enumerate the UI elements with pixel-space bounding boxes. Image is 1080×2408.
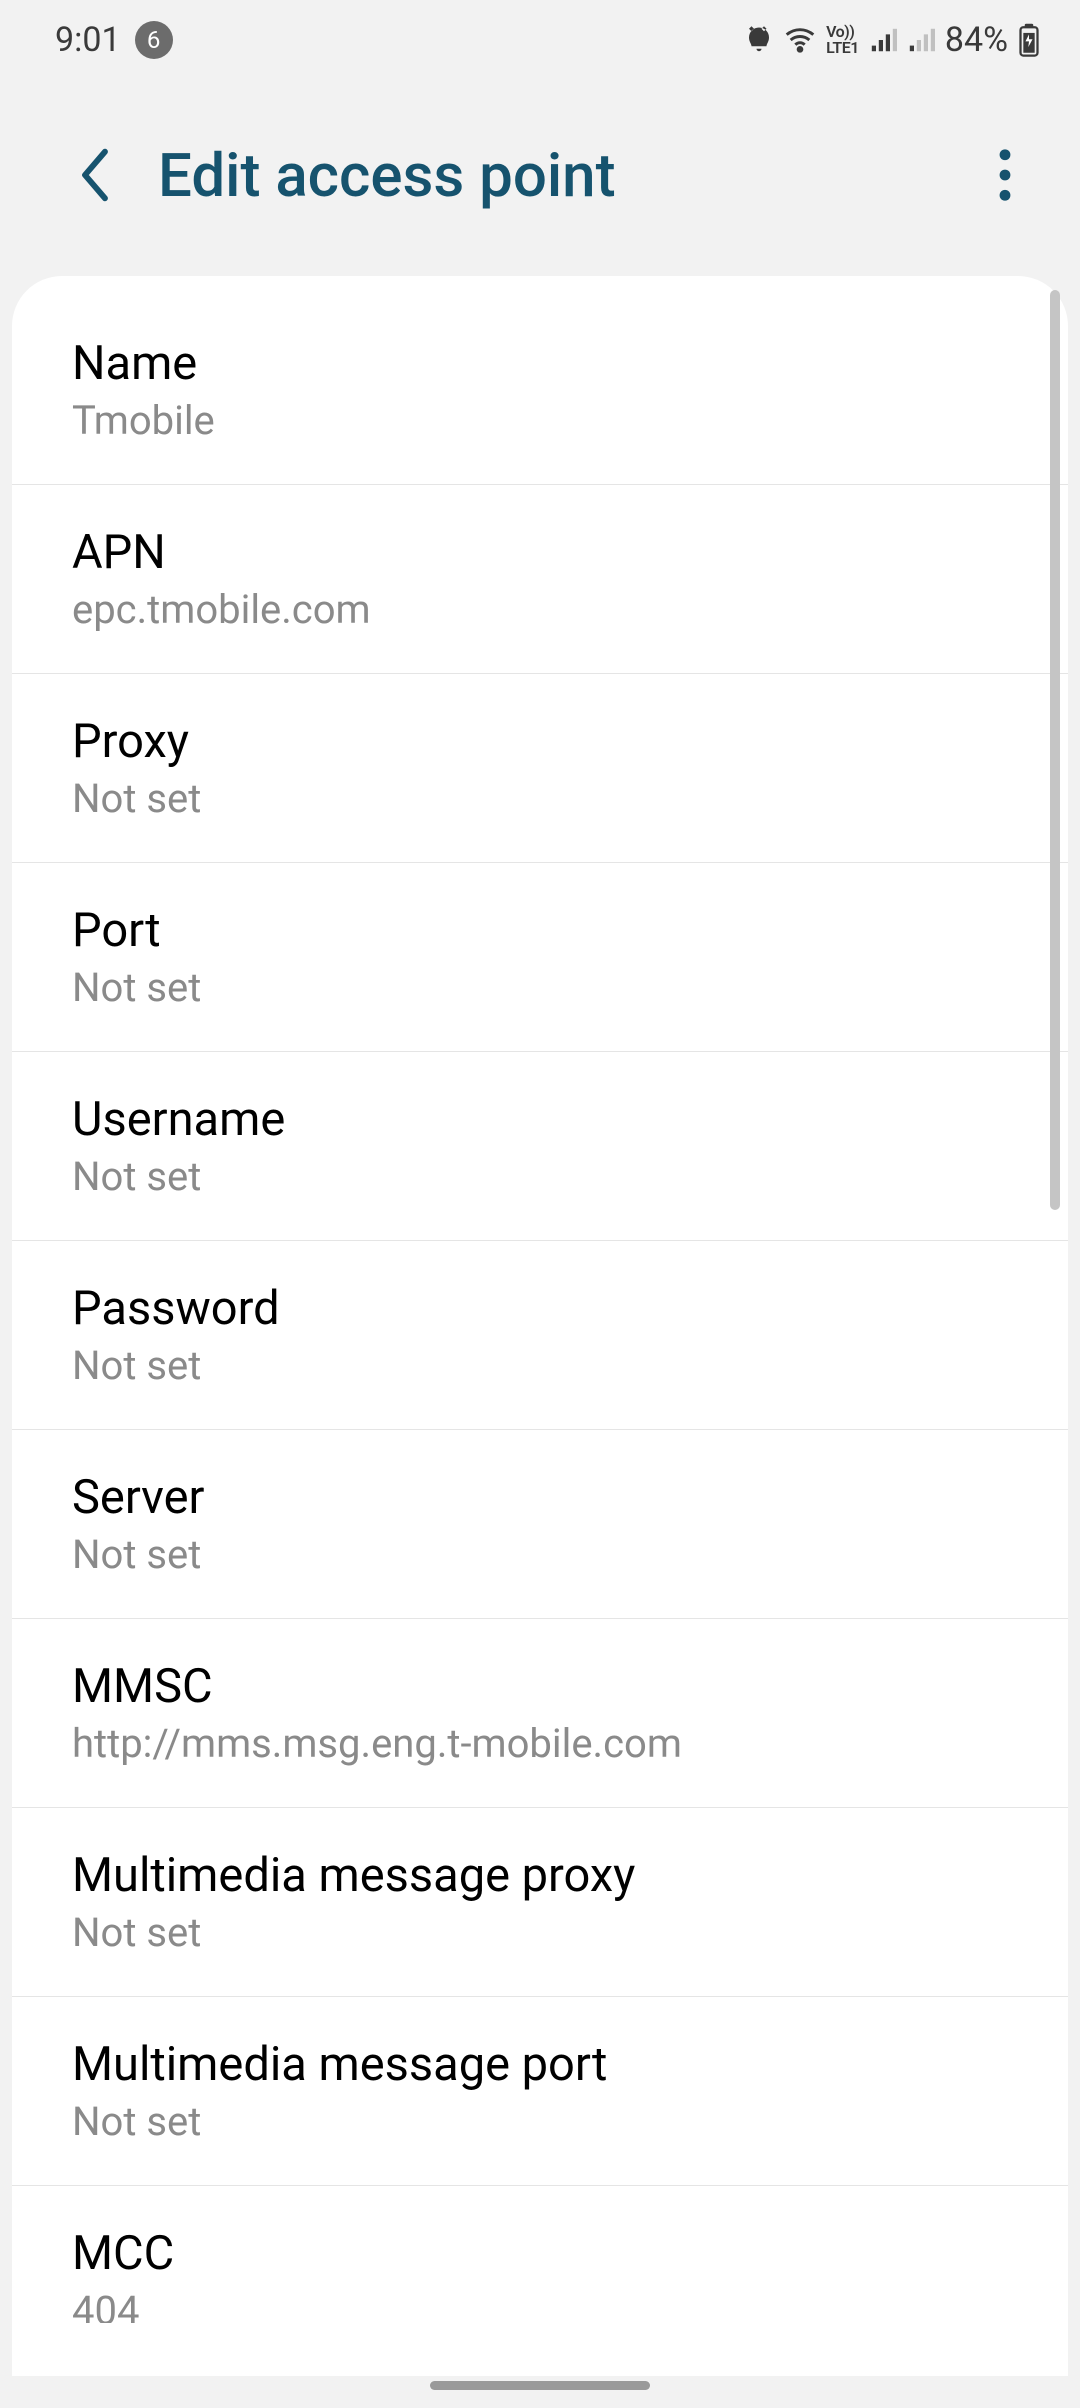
apn-field-server[interactable]: Server Not set — [12, 1430, 1068, 1619]
field-label: Name — [72, 336, 1008, 391]
status-time: 9:01 — [55, 20, 121, 60]
field-value: 404 — [72, 2287, 1008, 2323]
field-label: MMSC — [72, 1659, 1008, 1714]
field-value: Not set — [72, 2098, 1008, 2145]
back-button[interactable] — [50, 130, 140, 220]
wifi-icon — [784, 24, 816, 56]
field-label: Username — [72, 1092, 1008, 1147]
apn-field-mcc[interactable]: MCC 404 — [12, 2186, 1068, 2363]
field-label: Password — [72, 1281, 1008, 1336]
field-label: Server — [72, 1470, 1008, 1525]
apn-field-username[interactable]: Username Not set — [12, 1052, 1068, 1241]
apn-field-mmsc[interactable]: MMSC http://mms.msg.eng.t-mobile.com — [12, 1619, 1068, 1808]
field-value: http://mms.msg.eng.t-mobile.com — [72, 1720, 1008, 1767]
field-value: Not set — [72, 1531, 1008, 1578]
field-label: MCC — [72, 2226, 1008, 2281]
field-value: Not set — [72, 775, 1008, 822]
field-label: Multimedia message proxy — [72, 1848, 1008, 1903]
signal-1-icon — [869, 26, 897, 54]
battery-charging-icon — [1018, 23, 1040, 57]
apn-field-proxy[interactable]: Proxy Not set — [12, 674, 1068, 863]
field-label: APN — [72, 525, 1008, 580]
volte-indicator: Vo))LTE1 — [826, 24, 859, 56]
apn-field-port[interactable]: Port Not set — [12, 863, 1068, 1052]
field-value: Not set — [72, 964, 1008, 1011]
signal-2-icon — [907, 26, 935, 54]
gesture-nav-handle[interactable] — [430, 2381, 650, 2390]
apn-field-name[interactable]: Name Tmobile — [12, 296, 1068, 485]
more-vertical-icon — [998, 148, 1012, 202]
chevron-left-icon — [73, 145, 117, 205]
field-value: Not set — [72, 1342, 1008, 1389]
more-options-button[interactable] — [960, 130, 1050, 220]
field-value: Not set — [72, 1909, 1008, 1956]
notification-count-badge: 6 — [135, 21, 173, 59]
status-bar: 9:01 6 Vo))LTE1 84% — [0, 0, 1080, 80]
apn-field-apn[interactable]: APN epc.tmobile.com — [12, 485, 1068, 674]
alarm-icon — [744, 25, 774, 55]
status-left: 9:01 6 — [55, 20, 173, 60]
field-label: Proxy — [72, 714, 1008, 769]
scrollbar-thumb[interactable] — [1050, 290, 1060, 1210]
battery-percent: 84% — [945, 20, 1008, 60]
apn-field-mms-proxy[interactable]: Multimedia message proxy Not set — [12, 1808, 1068, 1997]
app-header: Edit access point — [0, 80, 1080, 270]
field-value: Not set — [72, 1153, 1008, 1200]
field-value: Tmobile — [72, 397, 1008, 444]
page-title: Edit access point — [158, 140, 960, 211]
apn-field-mms-port[interactable]: Multimedia message port Not set — [12, 1997, 1068, 2186]
field-value: epc.tmobile.com — [72, 586, 1008, 633]
settings-list-card: Name Tmobile APN epc.tmobile.com Proxy N… — [12, 276, 1068, 2376]
field-label: Multimedia message port — [72, 2037, 1008, 2092]
status-right: Vo))LTE1 84% — [744, 20, 1040, 60]
field-label: Port — [72, 903, 1008, 958]
apn-field-password[interactable]: Password Not set — [12, 1241, 1068, 1430]
